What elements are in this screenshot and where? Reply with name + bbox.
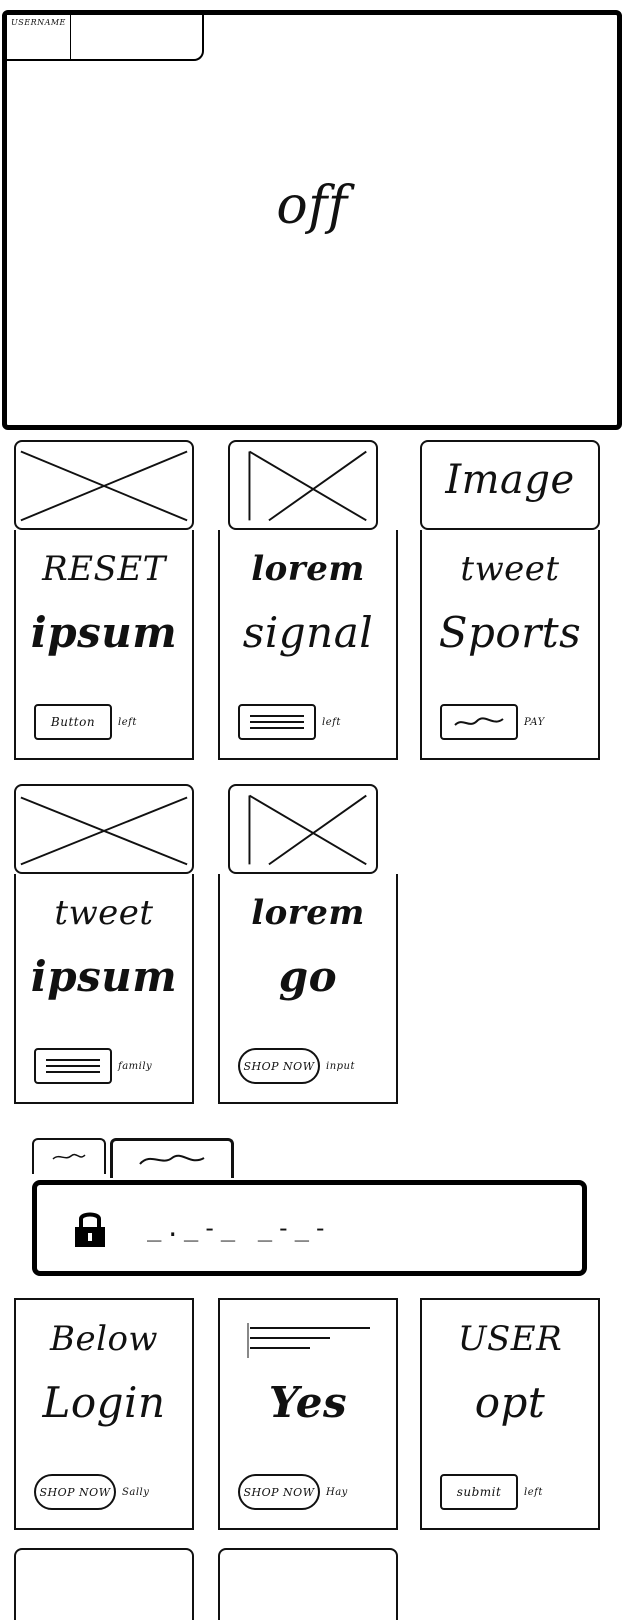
card-6: Below Login SHOP NOW Sally xyxy=(14,1298,194,1530)
scribble-icon xyxy=(454,717,504,726)
image-placeholder-1 xyxy=(14,440,194,530)
card-2-line2: signal xyxy=(242,608,374,657)
image-cross-icon xyxy=(248,794,367,866)
card-1-button[interactable]: Button xyxy=(34,704,112,740)
card-2-button[interactable] xyxy=(238,704,316,740)
card-5-line2: go xyxy=(278,952,338,1001)
scribble-lines-icon xyxy=(247,1323,370,1358)
tab-1[interactable] xyxy=(32,1138,106,1174)
username-label: USERNAME xyxy=(7,15,71,59)
username-box[interactable]: USERNAME xyxy=(7,15,204,61)
card-2: lorem signal left xyxy=(218,440,398,760)
card-8-line1: USER xyxy=(457,1319,563,1359)
image-placeholder-4 xyxy=(14,784,194,874)
card-3-button[interactable] xyxy=(440,704,518,740)
card-3-line1: tweet xyxy=(460,549,560,589)
card-4: tweet ipsum family xyxy=(14,784,194,1104)
button-line xyxy=(46,1059,100,1061)
scribble-icon xyxy=(52,1153,86,1160)
hero-status-text: off xyxy=(276,176,348,236)
card-6-line2: Login xyxy=(42,1378,166,1427)
scribble-icon xyxy=(139,1154,205,1165)
card-4-caption: family xyxy=(118,1060,153,1072)
card-5: lorem go SHOP NOW input xyxy=(218,784,398,1104)
tab-bar xyxy=(32,1138,237,1180)
card-4-line1: tweet xyxy=(54,893,154,933)
button-line xyxy=(250,715,304,717)
card-4-line2: ipsum xyxy=(30,952,178,1001)
image-cross-icon xyxy=(20,450,188,522)
button-line xyxy=(250,727,304,729)
image-cross-icon xyxy=(20,796,188,866)
tab-2[interactable] xyxy=(110,1138,234,1178)
image-label: Image xyxy=(445,457,575,503)
card-5-caption: input xyxy=(326,1060,355,1072)
card-7-button[interactable]: SHOP NOW xyxy=(238,1474,320,1510)
bottom-panel-stub-2 xyxy=(218,1548,398,1620)
password-placeholder: _._-_ _-_- xyxy=(147,1214,332,1242)
button-line xyxy=(46,1065,100,1067)
card-2-caption: left xyxy=(322,716,341,728)
card-1: RESET ipsum Button left xyxy=(14,440,194,760)
card-8-line2: opt xyxy=(474,1378,546,1427)
card-8-caption: left xyxy=(524,1486,543,1498)
card-8-button[interactable]: submit xyxy=(440,1474,518,1510)
hero-panel: USERNAME off xyxy=(2,10,622,430)
card-1-line2: ipsum xyxy=(30,608,178,657)
image-placeholder-5 xyxy=(228,784,378,874)
button-line xyxy=(250,721,304,723)
card-4-button[interactable] xyxy=(34,1048,112,1084)
button-line xyxy=(46,1071,100,1073)
password-field[interactable]: _._-_ _-_- xyxy=(32,1180,587,1276)
image-placeholder-2 xyxy=(228,440,378,530)
card-7-caption: Hay xyxy=(326,1486,348,1498)
card-7-line2: Yes xyxy=(268,1378,348,1427)
card-8: USER opt submit left xyxy=(420,1298,600,1530)
card-1-caption: left xyxy=(118,716,137,728)
card-6-line1: Below xyxy=(49,1319,159,1359)
card-5-line1: lorem xyxy=(251,893,365,933)
username-field[interactable] xyxy=(71,15,202,59)
card-6-caption: Sally xyxy=(122,1486,150,1498)
card-2-line1: lorem xyxy=(251,549,365,589)
bottom-panel-stub-1 xyxy=(14,1548,194,1620)
card-3-line2: Sports xyxy=(438,608,582,657)
image-cross-icon xyxy=(248,450,367,522)
image-placeholder-3: Image xyxy=(420,440,600,530)
card-6-button[interactable]: SHOP NOW xyxy=(34,1474,116,1510)
lock-icon xyxy=(67,1205,113,1251)
card-1-line1: RESET xyxy=(42,549,166,589)
card-3-caption: PAY xyxy=(524,716,545,728)
card-3: Image tweet Sports PAY xyxy=(420,440,600,760)
card-5-button[interactable]: SHOP NOW xyxy=(238,1048,320,1084)
card-7: Yes SHOP NOW Hay xyxy=(218,1298,398,1530)
